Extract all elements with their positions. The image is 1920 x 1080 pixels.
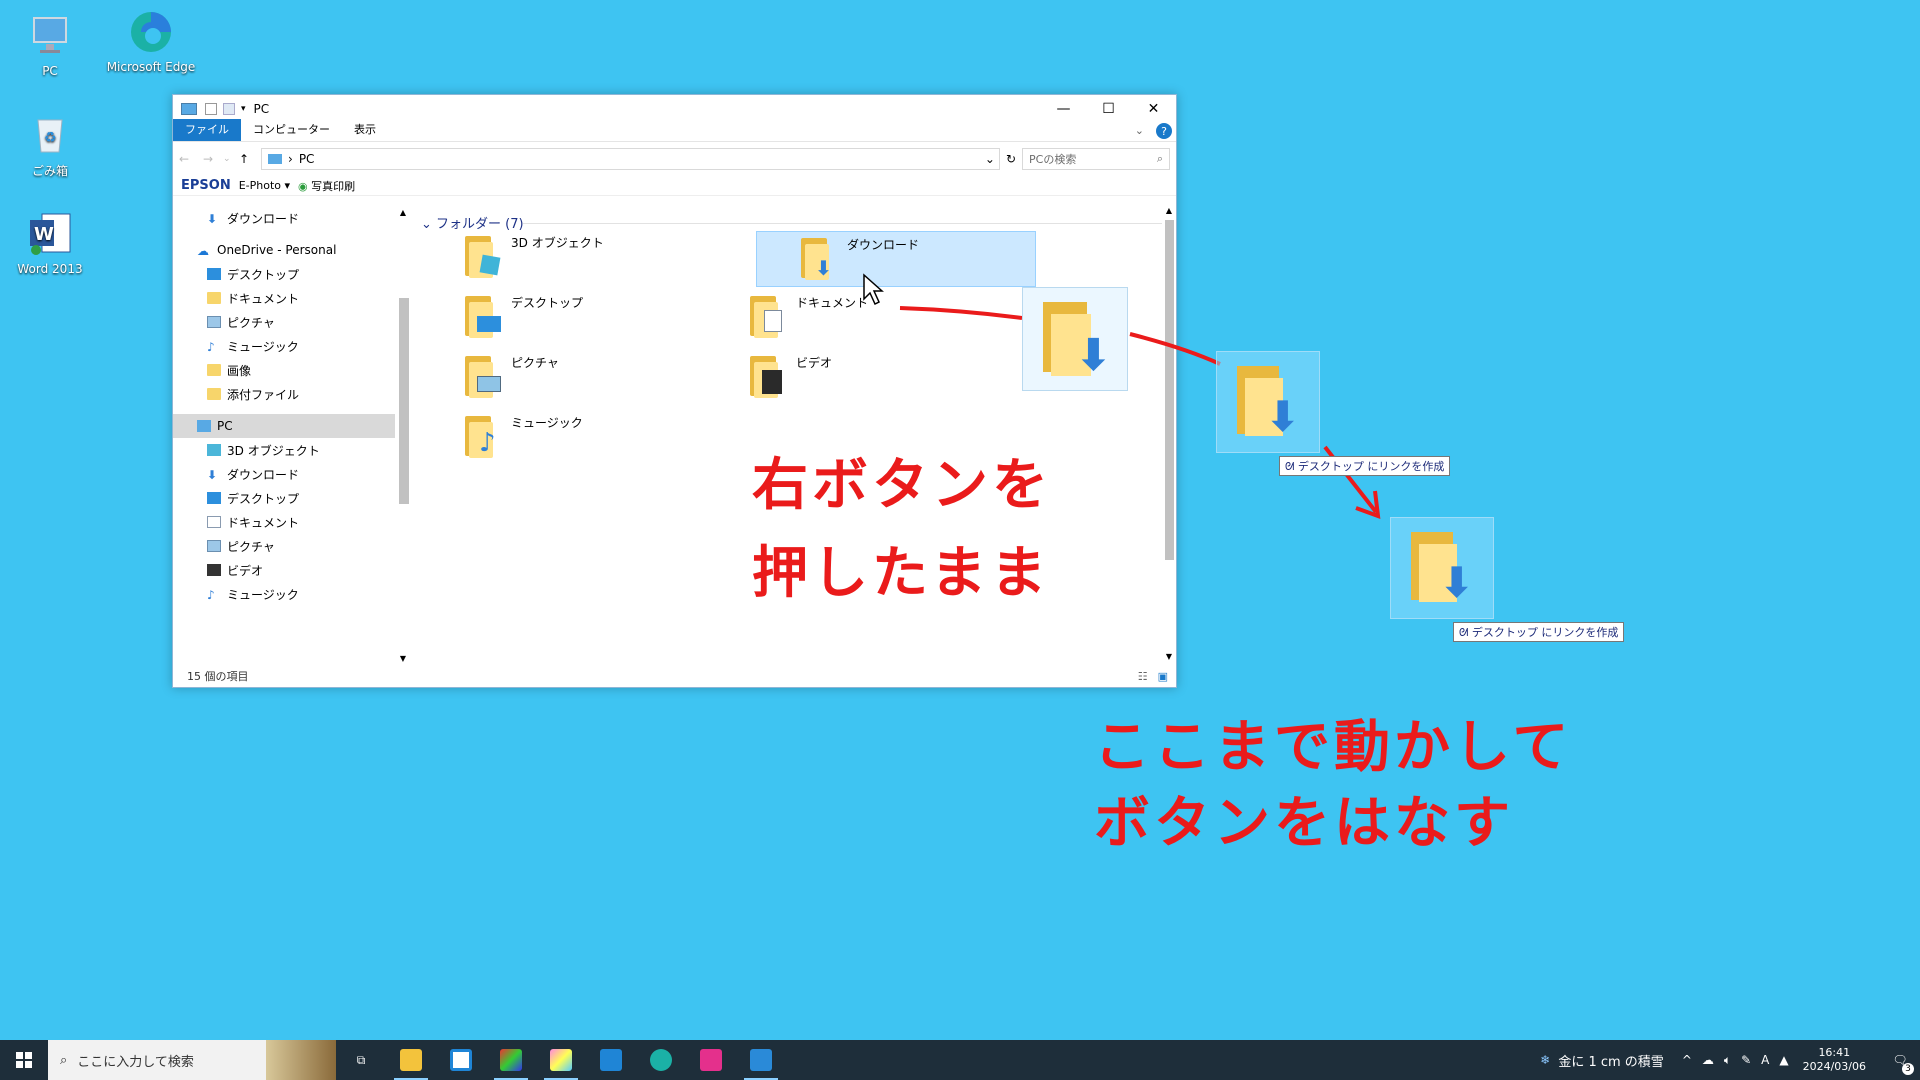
instruction-line-4: ボタンをはなす <box>1094 791 1514 856</box>
weather-icon: ❄ <box>1540 1053 1551 1067</box>
tray-expand-icon[interactable]: ^ <box>1682 1053 1692 1067</box>
taskbar-file-explorer[interactable] <box>386 1040 436 1080</box>
task-view-button[interactable]: ⧉ <box>336 1040 386 1080</box>
volume-icon[interactable]: 🔈︎ <box>1724 1053 1731 1068</box>
taskbar-mail[interactable] <box>586 1040 636 1080</box>
draw-app-icon <box>550 1049 572 1071</box>
taskbar-paint-app[interactable] <box>486 1040 536 1080</box>
windows-logo-icon <box>16 1052 32 1068</box>
start-button[interactable] <box>0 1040 48 1080</box>
photos-icon <box>750 1049 772 1071</box>
folder-downloads-icon: ⬇ <box>1041 300 1112 381</box>
task-view-icon: ⧉ <box>356 1052 366 1067</box>
taskbar-draw-app[interactable] <box>536 1040 586 1080</box>
instruction-line-1: 右ボタンを <box>752 453 1052 518</box>
pen-icon[interactable]: ✎ <box>1741 1053 1751 1067</box>
drag-ghost-folder-3: ⬇ <box>1390 517 1494 619</box>
instruction-line-2: 押したまま <box>752 541 1051 606</box>
clock-date: 2024/03/06 <box>1802 1060 1866 1073</box>
store-icon <box>450 1049 472 1071</box>
taskbar-edge[interactable] <box>636 1040 686 1080</box>
link-icon: ᘛ <box>1285 460 1295 473</box>
file-explorer-icon <box>400 1049 422 1071</box>
edge-icon <box>650 1049 672 1071</box>
clock-time: 16:41 <box>1818 1046 1851 1059</box>
notification-button[interactable]: 🗨︎ 3 <box>1880 1053 1920 1075</box>
search-icon: ⌕ <box>60 1052 68 1068</box>
drag-ghost-folder-1: ⬇ <box>1022 287 1128 391</box>
adobe-icon[interactable]: ▲ <box>1779 1053 1788 1067</box>
drag-tooltip-text: デスクトップ にリンクを作成 <box>1297 460 1445 473</box>
drag-tooltip-2: ᘛ デスクトップ にリンクを作成 <box>1453 622 1625 642</box>
taskbar-photos[interactable] <box>736 1040 786 1080</box>
paint-app-icon <box>500 1049 522 1071</box>
mail-icon <box>600 1049 622 1071</box>
drag-tooltip-text: デスクトップ にリンクを作成 <box>1471 626 1619 639</box>
taskbar-store[interactable] <box>436 1040 486 1080</box>
instruction-line-3: ここまで動かして <box>1094 715 1573 780</box>
drag-ghost-folder-2: ⬇ <box>1216 351 1320 453</box>
link-icon: ᘛ <box>1459 626 1469 639</box>
hpb-icon <box>700 1049 722 1071</box>
network-icon[interactable]: ☁ <box>1702 1053 1714 1067</box>
taskbar: ⌕ ここに入力して検索 ⧉ ❄ 金に 1 cm の積雪 ^ ☁ 🔈︎ ✎ A ▲… <box>0 1040 1920 1080</box>
weather-text[interactable]: 金に 1 cm の積雪 <box>1558 1051 1663 1070</box>
search-highlight-image <box>266 1040 336 1080</box>
folder-downloads-icon: ⬇ <box>1409 530 1479 610</box>
taskbar-hpb[interactable] <box>686 1040 736 1080</box>
folder-downloads-icon: ⬇ <box>1235 364 1305 444</box>
notification-count: 3 <box>1902 1063 1914 1075</box>
clock[interactable]: 16:41 2024/03/06 <box>1803 1046 1866 1074</box>
taskbar-search-placeholder: ここに入力して検索 <box>77 1054 194 1070</box>
drag-tooltip-1: ᘛ デスクトップ にリンクを作成 <box>1279 456 1451 476</box>
taskbar-search[interactable]: ⌕ ここに入力して検索 <box>48 1040 336 1080</box>
ime-mode-icon[interactable]: A <box>1761 1053 1769 1067</box>
